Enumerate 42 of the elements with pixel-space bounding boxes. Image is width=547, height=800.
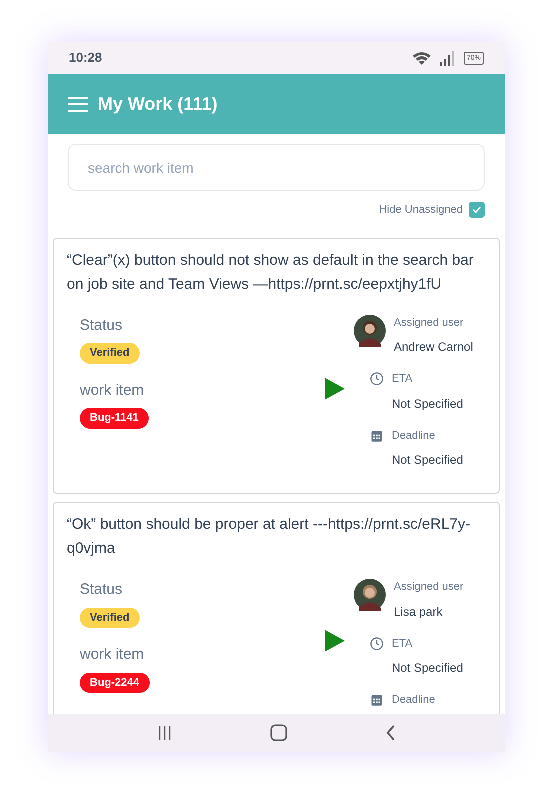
- deadline-label: Deadline: [392, 428, 436, 444]
- assignee-name: Andrew Carnol: [394, 339, 474, 356]
- work-item-badge: Bug-1141: [80, 408, 149, 428]
- signal-icon: [440, 50, 456, 66]
- play-icon[interactable]: [324, 378, 346, 400]
- hide-unassigned-checkbox[interactable]: [469, 202, 485, 218]
- assigned-user-label: Assigned user: [394, 316, 465, 330]
- eta-label: ETA: [392, 636, 414, 652]
- work-item-card[interactable]: [53, 238, 500, 494]
- eta-value: Not Specified: [392, 396, 464, 412]
- eta-label: ETA: [392, 372, 414, 387]
- back-icon[interactable]: [384, 725, 396, 741]
- clock-icon: [370, 636, 384, 650]
- calendar-icon: [370, 428, 384, 442]
- assigned-user-label: Assigned user: [394, 580, 464, 595]
- deadline-label: Deadline: [392, 693, 436, 708]
- status-badge: Verified: [80, 343, 140, 364]
- assignee-name: Lisa park: [394, 604, 444, 620]
- calendar-icon: [370, 693, 384, 707]
- work-item-badge: Bug-2244: [80, 672, 150, 693]
- avatar-icon: [354, 314, 386, 346]
- avatar-icon: [354, 579, 386, 611]
- status-badge: Verified: [80, 608, 140, 628]
- eta-value: Not Specified: [392, 660, 464, 677]
- recent-apps-icon[interactable]: [156, 725, 172, 741]
- home-icon[interactable]: [270, 724, 288, 742]
- checkmark-icon: [472, 205, 482, 216]
- work-item-label: work item: [80, 380, 146, 400]
- work-item-card[interactable]: “Ok” button should be proper at alert ---https://prnt.sc/eRL7y-q0vjma Status Verified work item Bug-2244 Assigned user Lisa park ETA Not Specified Deadline: [53, 502, 500, 714]
- wifi-icon: [412, 50, 432, 66]
- clock-time: 10:28: [69, 49, 102, 68]
- play-icon[interactable]: [324, 630, 346, 652]
- search-field[interactable]: search work item: [68, 144, 485, 191]
- clock-icon: [370, 372, 384, 386]
- page-title: My Work (111): [98, 92, 218, 116]
- status-label: Status: [80, 316, 124, 336]
- work-item-title: “Clear”(x) button should not show as default in the search bar on job site and Team Views —https://prnt.sc/eepxtjhy1fU: [67, 250, 475, 294]
- work-item-label: work item: [80, 645, 146, 665]
- status-label: Status: [80, 580, 124, 600]
- deadline-value: Not Specified: [392, 452, 464, 469]
- hide-unassigned-label: Hide Unassigned: [379, 203, 463, 218]
- work-item-title: “Ok” button should be proper at alert ---https://prnt.sc/eRL7y-q0vjma: [67, 515, 472, 559]
